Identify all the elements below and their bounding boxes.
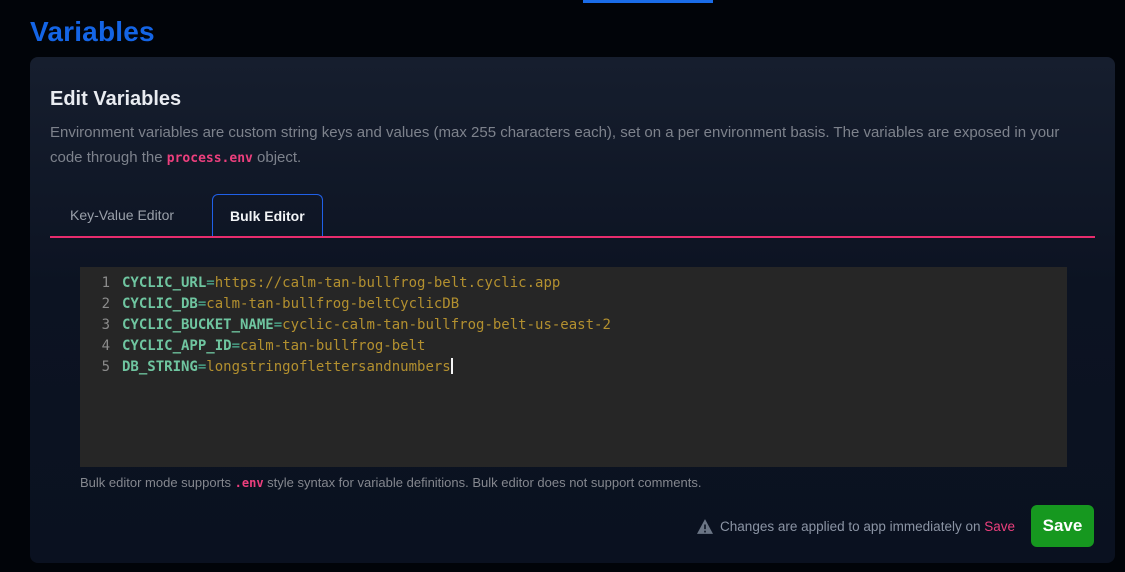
- line-number: 4: [80, 336, 110, 357]
- line-number: 1: [80, 273, 110, 294]
- editor-tabs: Key-Value Editor Bulk Editor: [50, 194, 1095, 238]
- editor-lines: 1CYCLIC_URL=https://calm-tan-bullfrog-be…: [80, 273, 1067, 378]
- env-equals: =: [206, 275, 214, 291]
- line-number: 5: [80, 357, 110, 378]
- page-title: Variables: [30, 16, 155, 48]
- line-code: CYCLIC_URL=https://calm-tan-bullfrog-bel…: [122, 273, 560, 294]
- line-code: CYCLIC_BUCKET_NAME=cyclic-calm-tan-bullf…: [122, 315, 611, 336]
- warning-text: Changes are applied to app immediately o…: [720, 519, 1015, 534]
- warning-text-body: Changes are applied to app immediately o…: [720, 519, 984, 534]
- env-value: cyclic-calm-tan-bullfrog-belt-us-east-2: [282, 317, 611, 333]
- hint-text-2: style syntax for variable definitions. B…: [264, 475, 702, 490]
- warning-save-emphasis: Save: [984, 519, 1015, 534]
- description-text-2: object.: [253, 149, 301, 166]
- save-button[interactable]: Save: [1031, 505, 1094, 547]
- editor-line: 4 CYCLIC_APP_ID=calm-tan-bullfrog-belt: [80, 336, 1067, 357]
- edit-variables-panel: Edit Variables Environment variables are…: [30, 57, 1115, 563]
- env-value: calm-tan-bullfrog-beltCyclicDB: [206, 296, 459, 312]
- editor-line: 3 CYCLIC_BUCKET_NAME=cyclic-calm-tan-bull…: [80, 315, 1067, 336]
- line-code: DB_STRING=longstringoflettersandnumbers: [122, 357, 453, 378]
- line-number: 3: [80, 315, 110, 336]
- editor-line: 5 DB_STRING=longstringoflettersandnumbers: [80, 357, 1067, 378]
- panel-description: Environment variables are custom string …: [50, 120, 1090, 171]
- editor-line: 2 CYCLIC_DB=calm-tan-bullfrog-beltCyclicD…: [80, 294, 1067, 315]
- env-key: DB_STRING: [122, 359, 198, 375]
- env-equals: =: [232, 338, 240, 354]
- bulk-editor-textarea[interactable]: 1CYCLIC_URL=https://calm-tan-bullfrog-be…: [80, 267, 1067, 467]
- env-syntax-code: .env: [235, 476, 264, 490]
- line-code: CYCLIC_DB=calm-tan-bullfrog-beltCyclicDB: [122, 294, 459, 315]
- tab-bulk-editor[interactable]: Bulk Editor: [212, 194, 323, 236]
- env-key: CYCLIC_BUCKET_NAME: [122, 317, 274, 333]
- tab-key-value-editor[interactable]: Key-Value Editor: [50, 194, 194, 236]
- save-warning-note: Changes are applied to app immediately o…: [697, 519, 1015, 534]
- line-number: 2: [80, 294, 110, 315]
- warning-triangle-icon: [697, 519, 713, 534]
- bulk-editor-hint: Bulk editor mode supports .env style syn…: [80, 475, 1095, 490]
- line-code: CYCLIC_APP_ID=calm-tan-bullfrog-belt: [122, 336, 425, 357]
- hint-text-1: Bulk editor mode supports: [80, 475, 235, 490]
- panel-footer: Changes are applied to app immediately o…: [697, 505, 1094, 547]
- process-env-code: process.env: [167, 151, 253, 166]
- editor-line: 1 CYCLIC_URL=https://calm-tan-bullfrog-be…: [80, 273, 1067, 294]
- top-tab-indicator: [583, 0, 713, 3]
- env-key: CYCLIC_DB: [122, 296, 198, 312]
- env-key: CYCLIC_URL: [122, 275, 206, 291]
- panel-heading: Edit Variables: [50, 88, 1095, 111]
- env-value: https://calm-tan-bullfrog-belt.cyclic.ap…: [215, 275, 561, 291]
- env-value: longstringoflettersandnumbers: [206, 359, 450, 375]
- env-equals: =: [274, 317, 282, 333]
- env-value: calm-tan-bullfrog-belt: [240, 338, 425, 354]
- text-cursor: [451, 358, 453, 374]
- env-key: CYCLIC_APP_ID: [122, 338, 232, 354]
